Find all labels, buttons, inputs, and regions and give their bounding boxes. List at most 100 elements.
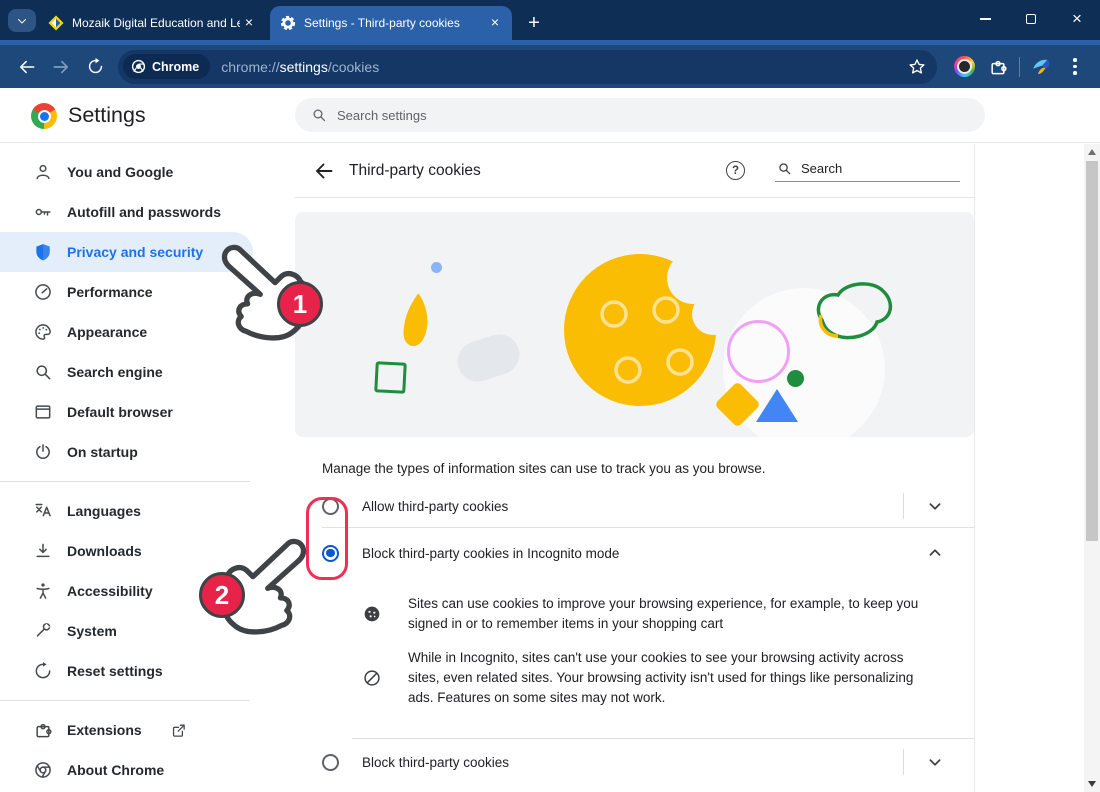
sidebar-item-label: Extensions — [67, 722, 142, 738]
forward-button[interactable] — [44, 50, 78, 84]
tab-mozaik[interactable]: Mozaik Digital Education and Le × — [38, 6, 266, 40]
shield-icon — [33, 242, 53, 262]
sidebar-item-autofill[interactable]: Autofill and passwords — [0, 192, 253, 232]
illustration-blue-triangle — [756, 389, 798, 422]
sidebar-item-search-engine[interactable]: Search engine — [0, 352, 253, 392]
scrollbar-down-button[interactable] — [1084, 776, 1100, 792]
new-tab-button[interactable]: + — [521, 10, 547, 36]
sidebar-item-languages[interactable]: Languages — [0, 491, 253, 531]
scrollbar-thumb[interactable] — [1086, 161, 1098, 541]
triangle-down-icon — [1088, 781, 1096, 787]
power-icon — [33, 442, 53, 462]
toolbar-divider — [1019, 57, 1020, 77]
option-label: Allow third-party cookies — [362, 499, 903, 514]
radio-button-unselected[interactable] — [322, 754, 339, 771]
chevron-up-icon[interactable] — [924, 542, 946, 564]
palette-icon — [33, 322, 53, 342]
option-allow-third-party-cookies[interactable]: Allow third-party cookies — [295, 484, 974, 528]
option-details: Sites can use cookies to improve your br… — [295, 578, 974, 738]
minimize-button[interactable] — [962, 0, 1008, 38]
sidebar-item-label: Performance — [67, 284, 153, 300]
extensions-button[interactable] — [981, 50, 1015, 84]
address-bar[interactable]: Chrome chrome://settings/cookies — [118, 50, 937, 84]
back-arrow-icon[interactable] — [312, 159, 336, 183]
scrollbar[interactable] — [1084, 144, 1100, 792]
browser-menu-button[interactable] — [1058, 50, 1092, 84]
browser-toolbar: Chrome chrome://settings/cookies — [0, 45, 1100, 88]
back-arrow-icon — [17, 57, 37, 77]
cookie-icon — [362, 604, 382, 624]
back-button[interactable] — [10, 50, 44, 84]
accessibility-icon — [33, 581, 53, 601]
chrome-logo-icon — [31, 103, 57, 129]
sidebar-item-about-chrome[interactable]: About Chrome — [0, 750, 253, 790]
page-search-input[interactable]: Search — [775, 159, 960, 182]
settings-body: You and Google Autofill and passwords Pr… — [0, 144, 1100, 792]
row-divider — [903, 493, 904, 519]
tab-close-icon[interactable]: × — [240, 14, 258, 32]
maximize-icon — [1026, 14, 1036, 24]
cookies-illustration — [295, 212, 974, 437]
sidebar-item-label: Reset settings — [67, 663, 163, 679]
chrome-badge[interactable]: Chrome — [123, 54, 210, 79]
hummingbird-icon — [1030, 56, 1052, 78]
refresh-icon — [86, 57, 105, 76]
cookie-illustration-icon — [560, 250, 720, 410]
option-block-third-party-cookies[interactable]: Block third-party cookies — [295, 738, 974, 786]
triangle-up-icon — [1088, 149, 1096, 155]
external-link-icon — [170, 722, 187, 739]
chrome-icon — [33, 760, 53, 780]
sidebar-item-reset-settings[interactable]: Reset settings — [0, 651, 253, 691]
sidebar-item-label: Downloads — [67, 543, 142, 559]
translate-icon — [33, 501, 53, 521]
sidebar-item-extensions[interactable]: Extensions — [0, 710, 253, 750]
settings-header: Settings Search settings — [0, 88, 1100, 143]
tab-title: Settings - Third-party cookies — [304, 16, 486, 30]
tab-settings[interactable]: Settings - Third-party cookies × — [270, 6, 512, 40]
url-text[interactable]: chrome://settings/cookies — [221, 59, 379, 75]
sidebar-item-on-startup[interactable]: On startup — [0, 432, 253, 472]
maximize-button[interactable] — [1008, 0, 1054, 38]
sidebar-item-appearance[interactable]: Appearance — [0, 312, 253, 352]
close-button[interactable]: × — [1054, 0, 1100, 38]
sidebar-item-performance[interactable]: Performance — [0, 272, 253, 312]
speedometer-icon — [33, 282, 53, 302]
sidebar-item-default-browser[interactable]: Default browser — [0, 392, 253, 432]
gear-icon — [280, 15, 296, 31]
sidebar-item-label: You and Google — [67, 164, 173, 180]
download-icon — [33, 541, 53, 561]
illustration-gray-pill — [452, 329, 524, 387]
camera-extension-button[interactable] — [947, 50, 981, 84]
sidebar-item-privacy-and-security[interactable]: Privacy and security — [0, 232, 253, 272]
illustration-green-square — [374, 361, 407, 394]
page-title: Third-party cookies — [349, 162, 481, 180]
browser-window-icon — [33, 402, 53, 422]
sidebar-item-label: About Chrome — [67, 762, 164, 778]
illustration-yellow-blob — [394, 290, 436, 352]
option-block-incognito[interactable]: Block third-party cookies in Incognito m… — [295, 528, 974, 578]
settings-search-input[interactable]: Search settings — [295, 98, 985, 132]
detail-item: While in Incognito, sites can't use your… — [362, 648, 929, 708]
step-badge-1: 1 — [277, 281, 323, 327]
sidebar-item-label: Default browser — [67, 404, 173, 420]
tab-search-button[interactable] — [8, 9, 36, 32]
illustration-blue-dot — [431, 262, 442, 273]
chevron-down-icon[interactable] — [924, 495, 946, 517]
puzzle-icon — [988, 57, 1008, 77]
content-panel: Third-party cookies ? Search — [295, 144, 975, 792]
chevron-down-icon[interactable] — [924, 751, 946, 773]
help-button[interactable]: ? — [726, 161, 745, 180]
sidebar-item-you-and-google[interactable]: You and Google — [0, 152, 253, 192]
scrollbar-up-button[interactable] — [1084, 144, 1100, 160]
tab-title: Mozaik Digital Education and Le — [72, 16, 240, 30]
refresh-button[interactable] — [78, 50, 112, 84]
chrome-badge-label: Chrome — [152, 60, 199, 74]
tab-close-icon[interactable]: × — [486, 14, 504, 32]
bird-extension-button[interactable] — [1024, 50, 1058, 84]
option-label: Block third-party cookies — [362, 755, 903, 770]
illustration-pink-circle — [727, 320, 790, 383]
bookmark-star-icon[interactable] — [907, 57, 927, 77]
chevron-down-icon — [16, 15, 28, 27]
detail-item: Sites can use cookies to improve your br… — [362, 594, 929, 634]
content-gutter — [975, 144, 1084, 792]
